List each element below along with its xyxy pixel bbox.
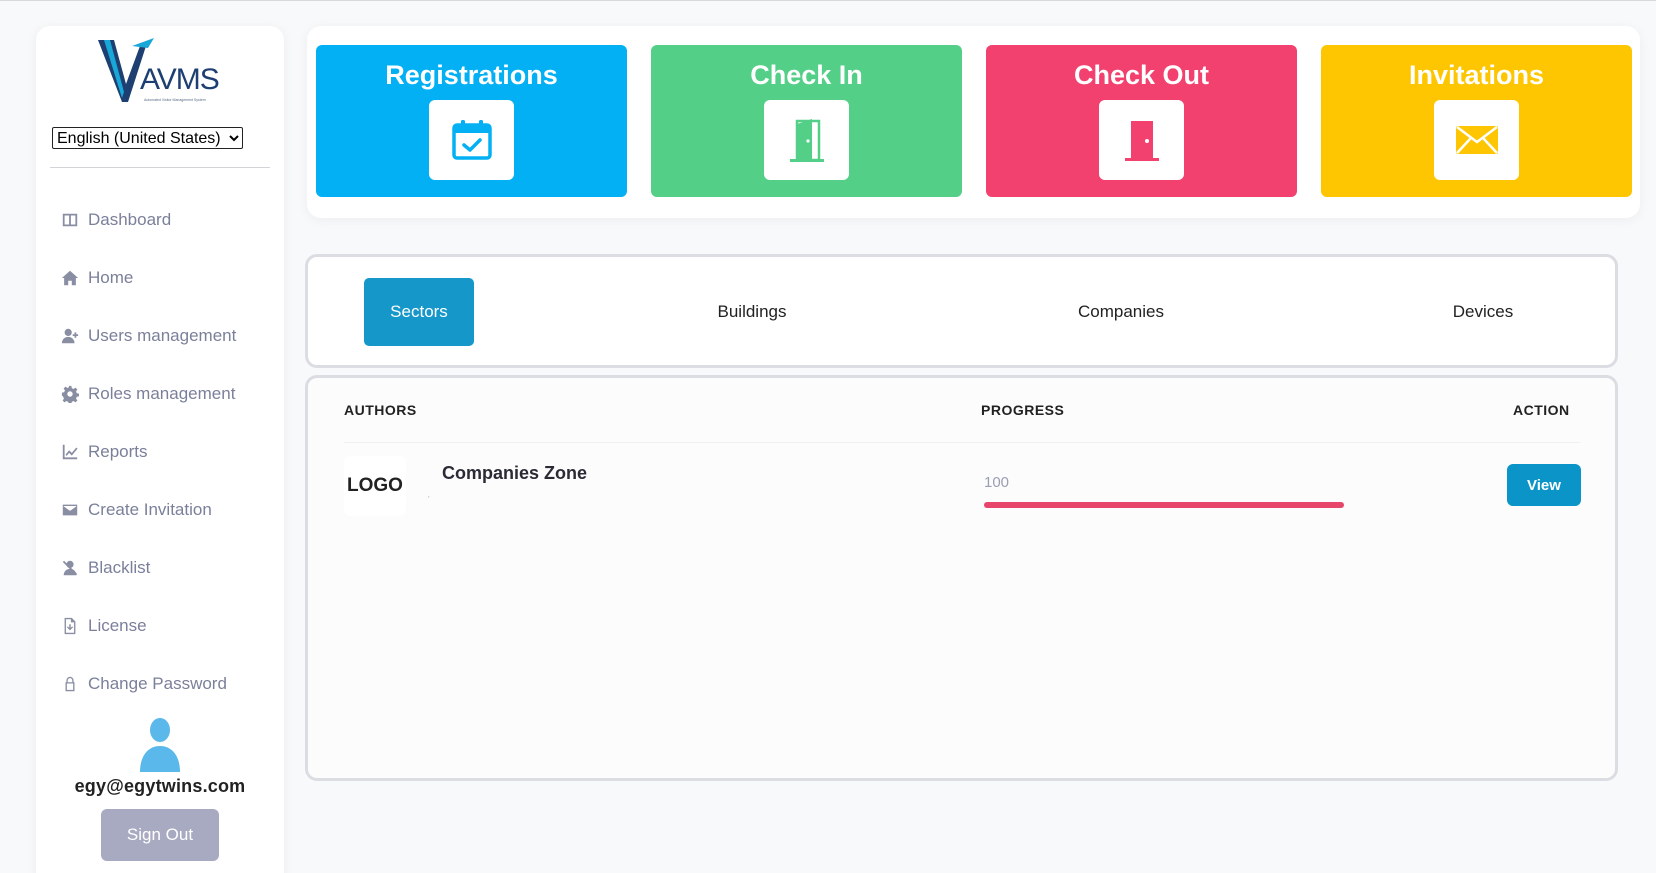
tab-devices[interactable]: Devices [1433, 278, 1533, 346]
door-closed-icon [1099, 100, 1184, 180]
sidebar-item-label: Change Password [88, 674, 227, 693]
sidebar-item-label: Reports [88, 442, 148, 461]
dashboard-icon [60, 210, 80, 230]
header-divider [344, 442, 1580, 443]
home-icon [60, 268, 80, 288]
user-avatar-icon [140, 718, 180, 772]
sidebar-item-create-invitation[interactable]: Create Invitation [60, 481, 270, 539]
avatar [136, 716, 184, 772]
logo-text: AVMS [140, 63, 220, 96]
view-button[interactable]: View [1507, 464, 1581, 506]
calendar-check-icon [429, 100, 514, 180]
user-add-icon [60, 326, 80, 346]
check-in-card[interactable]: Check In [651, 45, 962, 197]
column-header-action: ACTION [1513, 402, 1570, 418]
sidebar-item-dashboard[interactable]: Dashboard [60, 191, 270, 249]
company-subtext: , [428, 493, 430, 499]
sidebar-item-label: License [88, 616, 147, 635]
envelope-icon [60, 500, 80, 520]
column-header-authors: AUTHORS [344, 402, 417, 418]
company-name: Companies Zone [442, 463, 588, 483]
sidebar-item-label: Dashboard [88, 210, 172, 229]
sidebar-item-users-management[interactable]: Users management [60, 307, 270, 365]
company-logo: LOGO [344, 456, 406, 516]
user-block-icon [60, 558, 80, 578]
card-title: Registrations [385, 60, 558, 90]
sidebar-item-label: Roles management [88, 384, 236, 403]
app-logo[interactable]: AVMS Automated Visitor Management System [96, 36, 226, 126]
summary-cards-panel: Registrations Check In Check Out Invitat… [307, 26, 1640, 218]
tab-sectors[interactable]: Sectors [364, 278, 474, 346]
invitations-card[interactable]: Invitations [1321, 45, 1632, 197]
progress-bar-fill [984, 502, 1344, 508]
sidebar-item-blacklist[interactable]: Blacklist [60, 539, 270, 597]
check-out-card[interactable]: Check Out [986, 45, 1297, 197]
progress-value: 100 [984, 474, 1010, 491]
logo-subtext: Automated Visitor Management System [144, 98, 206, 102]
sidebar-item-label: Create Invitation [88, 500, 212, 519]
sidebar-item-roles-management[interactable]: Roles management [60, 365, 270, 423]
gear-icon [60, 384, 80, 404]
card-title: Check Out [1073, 60, 1210, 90]
card-title: Invitations [1408, 60, 1544, 90]
table-panel: AUTHORS PROGRESS ACTION LOGO Companies Z… [305, 375, 1618, 781]
sidebar-item-label: Home [88, 268, 134, 287]
sidebar-nav: Dashboard Home Users management Roles ma… [60, 191, 270, 713]
lock-icon [60, 674, 80, 694]
sidebar-item-label: Users management [88, 326, 237, 345]
column-header-progress: PROGRESS [981, 402, 1065, 418]
progress-bar [984, 502, 1344, 508]
registrations-card[interactable]: Registrations [316, 45, 627, 197]
user-email: egy@egytwins.com [74, 776, 246, 796]
chart-icon [60, 442, 80, 462]
sidebar-item-reports[interactable]: Reports [60, 423, 270, 481]
language-select[interactable]: English (United States) [52, 127, 243, 149]
sidebar-item-label: Blacklist [88, 558, 151, 577]
user-block: egy@egytwins.com Sign Out [36, 716, 284, 861]
file-download-icon [60, 616, 80, 636]
card-title: Check In [750, 60, 863, 90]
sidebar-item-home[interactable]: Home [60, 249, 270, 307]
door-open-icon [764, 100, 849, 180]
sidebar-divider [50, 167, 270, 168]
tabs-panel: Sectors Buildings Companies Devices [305, 254, 1618, 368]
sidebar-item-license[interactable]: License [60, 597, 270, 655]
sign-out-button[interactable]: Sign Out [101, 809, 219, 861]
tab-buildings[interactable]: Buildings [702, 278, 802, 346]
sidebar: AVMS Automated Visitor Management System… [36, 26, 284, 873]
sidebar-item-change-password[interactable]: Change Password [60, 655, 270, 713]
tab-companies[interactable]: Companies [1066, 278, 1176, 346]
envelope-icon [1434, 100, 1519, 180]
